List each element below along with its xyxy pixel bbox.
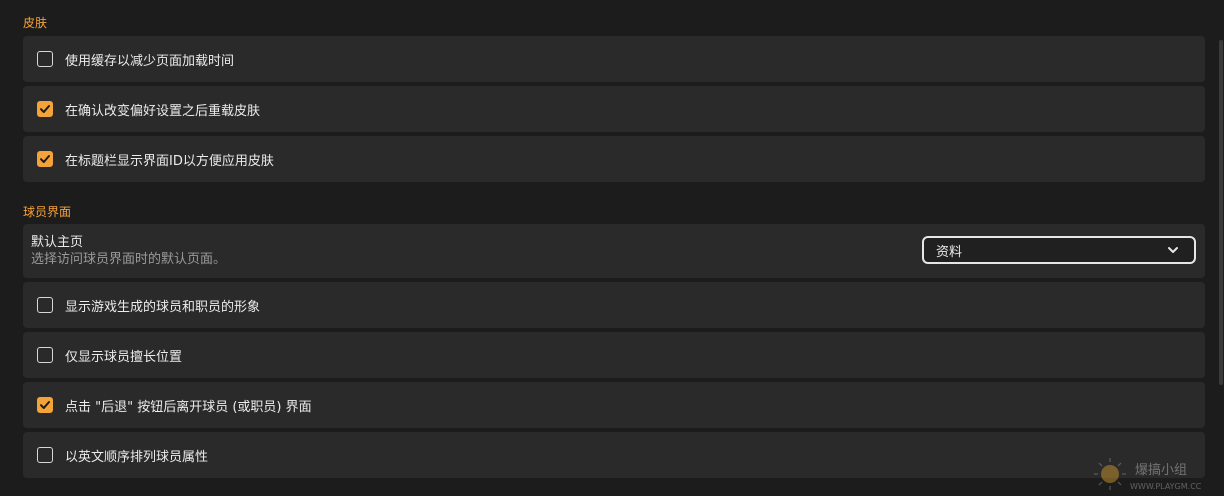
option-label: 显示游戏生成的球员和职员的形象 — [65, 299, 261, 315]
checkbox[interactable] — [37, 51, 53, 67]
scrollbar[interactable] — [1219, 40, 1223, 385]
default-page-row: 默认主页 选择访问球员界面时的默认页面。 资料 — [23, 224, 1205, 278]
option-label: 点击 "后退" 按钮后离开球员 (或职员) 界面 — [65, 399, 312, 415]
option-row-reload-skin[interactable]: 在确认改变偏好设置之后重载皮肤 — [23, 86, 1205, 132]
default-page-dropdown[interactable]: 资料 — [922, 236, 1196, 264]
option-label: 使用缓存以减少页面加载时间 — [65, 53, 235, 69]
checkbox[interactable] — [37, 447, 53, 463]
option-row-show-generated-faces[interactable]: 显示游戏生成的球员和职员的形象 — [23, 282, 1205, 328]
checkbox[interactable] — [37, 397, 53, 413]
checkbox[interactable] — [37, 297, 53, 313]
option-label: 在标题栏显示界面ID以方便应用皮肤 — [65, 153, 274, 169]
option-row-english-attribute-order[interactable]: 以英文顺序排列球员属性 — [23, 432, 1205, 478]
option-row-show-screen-id[interactable]: 在标题栏显示界面ID以方便应用皮肤 — [23, 136, 1205, 182]
section-header-skin: 皮肤 — [23, 16, 48, 30]
checkbox[interactable] — [37, 347, 53, 363]
dropdown-selected-value: 资料 — [936, 244, 963, 260]
option-label: 以英文顺序排列球员属性 — [65, 449, 209, 465]
option-label: 在确认改变偏好设置之后重载皮肤 — [65, 103, 261, 119]
checkmark-icon — [40, 105, 50, 113]
checkbox[interactable] — [37, 151, 53, 167]
option-label: 仅显示球员擅长位置 — [65, 349, 183, 365]
default-page-description: 选择访问球员界面时的默认页面。 — [31, 252, 227, 267]
chevron-down-icon — [1168, 247, 1178, 253]
option-row-back-button-leaves[interactable]: 点击 "后退" 按钮后离开球员 (或职员) 界面 — [23, 382, 1205, 428]
option-row-natural-positions[interactable]: 仅显示球员擅长位置 — [23, 332, 1205, 378]
checkmark-icon — [40, 155, 50, 163]
default-page-title: 默认主页 — [31, 235, 84, 250]
watermark-site: WWW.PLAYGM.CC — [1130, 482, 1202, 491]
section-header-player-screen: 球员界面 — [23, 205, 72, 219]
watermark-logo: 爆搞小组 WWW.PLAYGM.CC — [1094, 458, 1202, 491]
watermark-name: 爆搞小组 — [1135, 462, 1187, 478]
checkmark-icon — [40, 401, 50, 409]
option-row-use-cache[interactable]: 使用缓存以减少页面加载时间 — [23, 36, 1205, 82]
checkbox[interactable] — [37, 101, 53, 117]
